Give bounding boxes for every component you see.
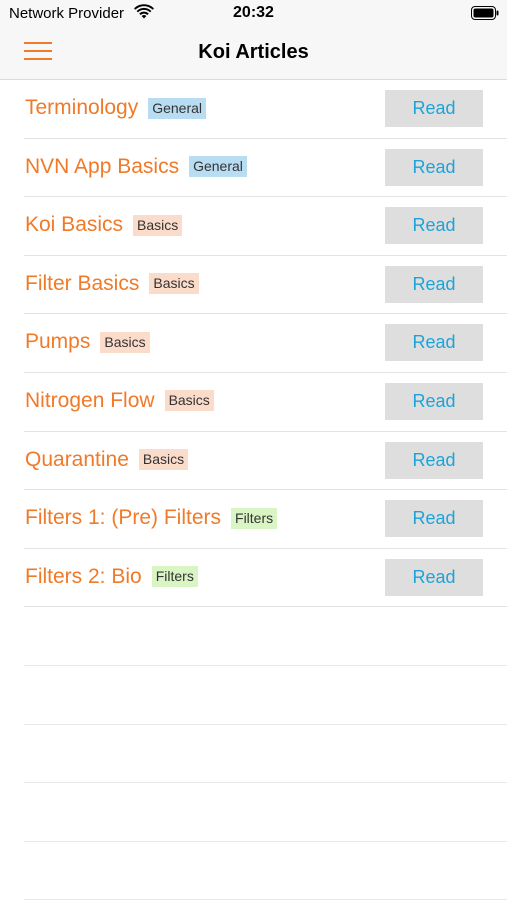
empty-row	[0, 783, 507, 842]
list-item[interactable]: Nitrogen Flow Basics Read	[0, 373, 507, 432]
read-button[interactable]: Read	[385, 382, 483, 420]
list-item[interactable]: Quarantine Basics Read	[0, 432, 507, 491]
status-bar: Network Provider 20:32	[0, 0, 507, 28]
battery-icon	[471, 6, 499, 20]
category-tag: Basics	[138, 449, 189, 471]
category-tag: Basics	[164, 390, 214, 412]
read-button[interactable]: Read	[385, 500, 483, 538]
article-title-text: Koi Basics	[25, 213, 124, 237]
list-item[interactable]: Filters 2: Bio Filters Read	[0, 549, 507, 608]
read-button[interactable]: Read	[385, 90, 483, 127]
article-title: Quarantine Basics	[25, 447, 189, 472]
article-title: Filters 2: Bio Filters	[25, 565, 198, 589]
read-button[interactable]: Read	[385, 148, 483, 186]
article-title: Pumps Basics	[25, 330, 150, 354]
article-title: Filters 1: (Pre) Filters Filters	[25, 506, 278, 530]
category-tag: Filters	[231, 507, 278, 529]
list-item[interactable]: Filter Basics Basics Read	[0, 256, 507, 315]
read-button[interactable]: Read	[385, 441, 483, 479]
article-title-text: Nitrogen Flow	[25, 388, 155, 412]
list-item[interactable]: Pumps Basics Read	[0, 314, 507, 373]
status-time: 20:32	[233, 4, 274, 21]
read-button[interactable]: Read	[385, 265, 483, 303]
article-title-text: Filters 2: Bio	[25, 564, 142, 588]
article-list: Terminology General Read NVN App Basics Gene…	[0, 80, 507, 900]
navigation-bar: Koi Articles	[0, 28, 507, 80]
category-tag: Basics	[100, 331, 150, 353]
category-tag: Basics	[133, 214, 183, 236]
list-item[interactable]: NVN App Basics General Read	[0, 139, 507, 198]
list-item[interactable]: Koi Basics Basics Read	[0, 197, 507, 256]
article-title: NVN App Basics General	[25, 155, 247, 179]
article-title: Koi Basics Basics	[25, 213, 183, 237]
article-title-text: Filter Basics	[25, 271, 140, 295]
article-title-text: NVN App Basics	[25, 154, 180, 178]
category-tag: Filters	[151, 566, 198, 588]
empty-row	[0, 725, 507, 784]
page-title: Koi Articles	[198, 41, 309, 63]
read-button[interactable]: Read	[385, 558, 483, 596]
list-item[interactable]: Terminology General Read	[0, 80, 507, 139]
empty-row	[0, 842, 507, 900]
empty-row	[0, 666, 507, 725]
article-title-text: Pumps	[25, 330, 91, 354]
list-item[interactable]: Filters 1: (Pre) Filters Filters Read	[0, 490, 507, 549]
empty-row	[0, 607, 507, 666]
article-title-text: Quarantine	[25, 447, 129, 471]
read-button[interactable]: Read	[385, 324, 483, 362]
article-title-text: Filters 1: (Pre) Filters	[25, 506, 222, 530]
category-tag: Basics	[149, 273, 199, 295]
read-button[interactable]: Read	[385, 207, 483, 245]
article-title-text: Terminology	[25, 96, 139, 119]
article-title: Terminology General	[25, 96, 207, 120]
category-tag: General	[189, 156, 247, 178]
article-title: Nitrogen Flow Basics	[25, 389, 214, 413]
article-title: Filter Basics Basics	[25, 272, 199, 296]
category-tag: General	[148, 97, 207, 119]
